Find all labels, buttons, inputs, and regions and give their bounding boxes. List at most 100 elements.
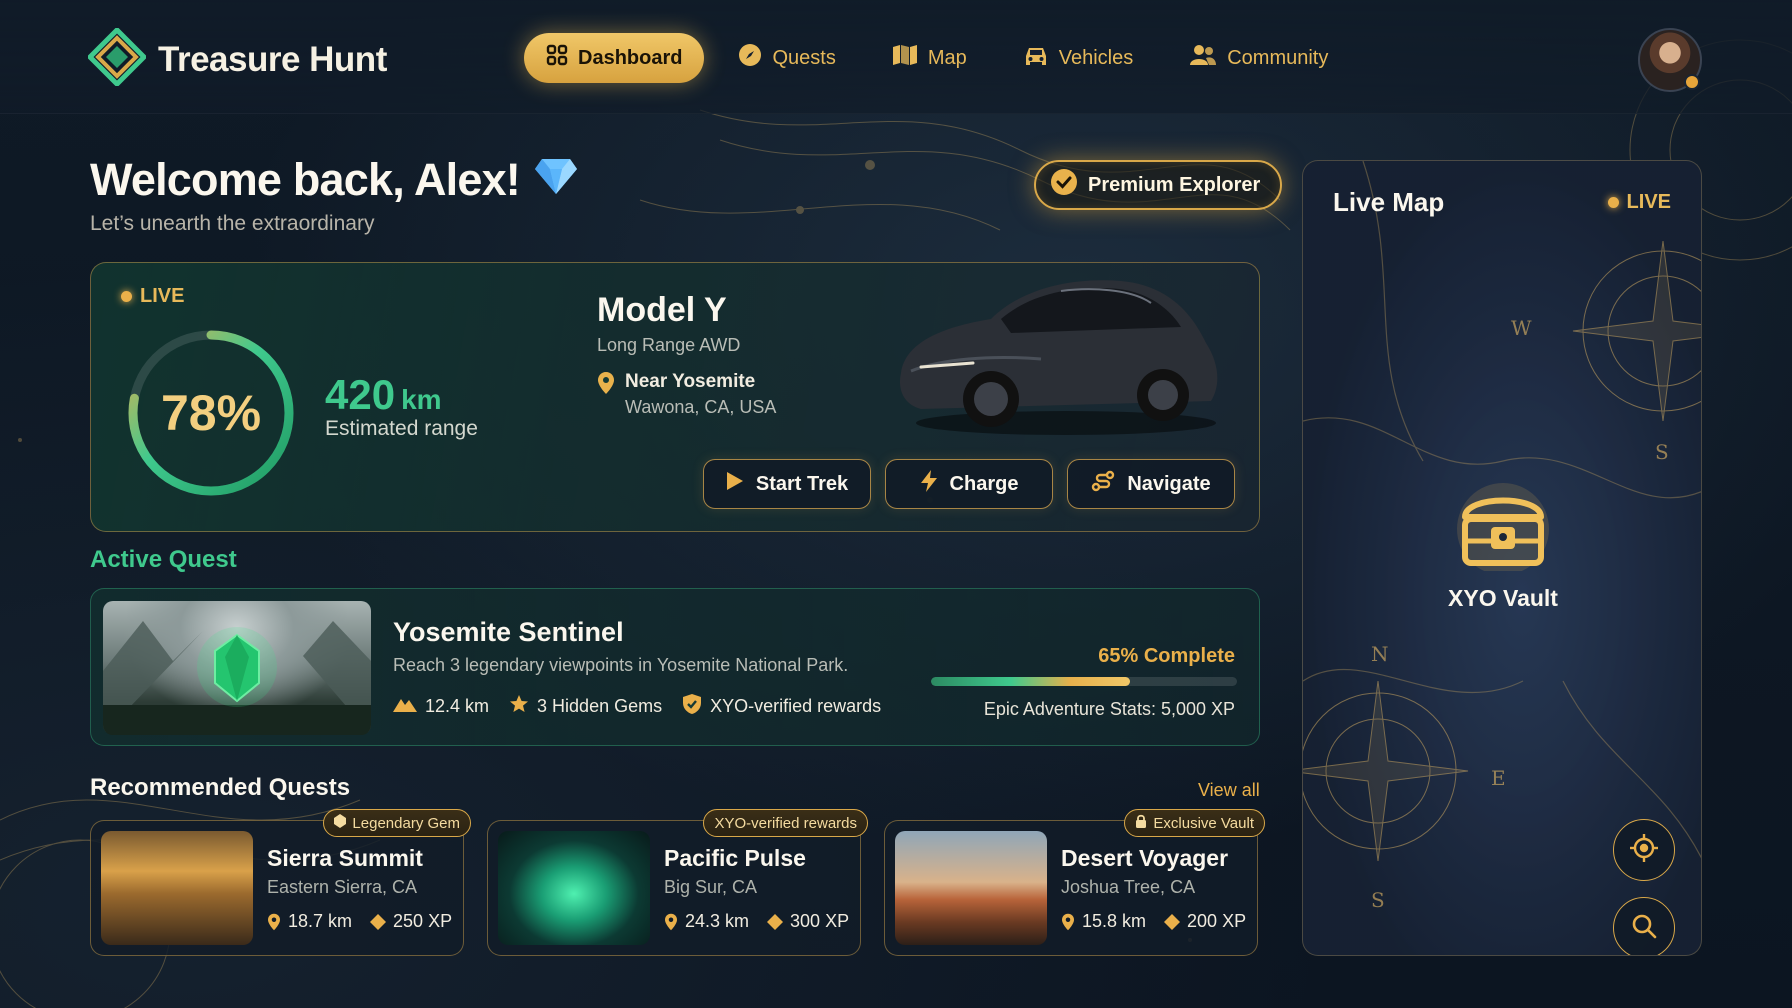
quest-image [103,601,371,735]
star-icon [509,694,529,719]
quest-xp: Epic Adventure Stats: 5,000 XP [983,699,1235,719]
lightning-icon [920,469,938,499]
compass-icon [738,43,762,73]
quest-card-desert-voyager[interactable]: Exclusive Vault Desert Voyager Joshua Tr… [884,809,1265,956]
location-pin-icon [664,913,678,931]
quest-meta: 12.4 km 3 Hidden Gems XYO-verified rewar… [393,693,881,720]
compass-letter-s-top: S [1655,440,1669,464]
welcome-section: Welcome back, Alex! Let’s unearth the ex… [90,154,578,236]
vehicle-location: Near Yosemite Wawona, CA, USA [597,371,776,418]
route-icon [1091,470,1115,498]
quest-thumbnail [895,831,1047,945]
quest-description: Reach 3 legendary viewpoints in Yosemite… [393,655,849,675]
emerald-gem-icon [103,621,371,735]
navigate-button[interactable]: Navigate [1067,459,1235,509]
quest-progress-bar [931,677,1237,686]
quest-distance: 12.4 km [393,696,489,717]
treasure-chest-icon[interactable] [1455,481,1551,571]
quest-card-location: Joshua Tree, CA [1061,877,1196,897]
quest-thumbnail [498,831,650,945]
button-label: Navigate [1127,472,1211,495]
location-pin-icon [1061,913,1075,931]
premium-explorer-badge[interactable]: Premium Explorer [1034,160,1283,210]
map-search-button[interactable] [1613,897,1675,955]
quest-card-title: Sierra Summit [267,845,423,871]
brand-title: Treasure Hunt [158,39,387,79]
vehicle-name: Model Y [597,291,727,329]
charge-button[interactable]: Charge [885,459,1053,509]
diamond-xp-icon [370,913,387,930]
diamond-xp-icon [767,913,784,930]
nav-label: Vehicles [1058,46,1134,69]
car-icon [1023,44,1049,72]
compass-letter-e: E [1491,766,1506,790]
vehicle-card: LIVE 78% 420 km Estimated range Model Y L… [90,262,1260,532]
quest-card-location: Big Sur, CA [664,877,758,897]
quest-card-meta: 18.7 km 250 XP [267,911,452,932]
nav-label: Map [927,46,967,69]
vault-label: XYO Vault [1448,585,1558,611]
quest-progress-label: 65% Complete [1098,645,1235,667]
quest-card-sierra-summit[interactable]: Legendary Gem Sierra Summit Eastern Sier… [90,809,471,956]
compass-letter-s-bottom: S [1371,888,1385,912]
welcome-title: Welcome back, Alex! [90,154,521,205]
status-dot [1684,74,1700,90]
badge-legendary-gem: Legendary Gem [323,809,471,837]
locate-button[interactable] [1613,819,1675,881]
quest-thumbnail [101,831,253,945]
diamond-logo-icon [86,26,148,91]
nav-dashboard[interactable]: Dashboard [524,33,705,83]
vehicle-image [899,280,1218,435]
start-trek-button[interactable]: Start Trek [703,459,871,509]
active-quest-heading: Active Quest [90,546,237,573]
check-circle-icon [1050,168,1078,202]
quest-gems: 3 Hidden Gems [509,694,662,719]
quest-rewards: XYO-verified rewards [682,693,881,720]
nav-community[interactable]: Community [1167,33,1350,83]
crosshair-icon [1629,833,1659,868]
badge-xyo-verified: XYO-verified rewards [703,809,868,837]
nav-vehicles[interactable]: Vehicles [1001,33,1156,83]
welcome-heading: Welcome back, Alex! [90,154,578,206]
mountain-icon [393,696,417,717]
nav-map[interactable]: Map [870,33,989,83]
quest-progress-fill [931,677,1130,686]
search-icon [1630,912,1658,945]
live-indicator: LIVE [121,285,184,308]
users-icon [1189,44,1217,72]
nav-quests[interactable]: Quests [716,33,857,83]
vehicle-variant: Long Range AWD [597,335,741,355]
nav-label: Dashboard [578,46,683,69]
map-icon [892,44,918,72]
location-primary: Near Yosemite [625,371,756,392]
view-all-link[interactable]: View all [1198,780,1260,801]
location-secondary: Wawona, CA, USA [625,397,777,417]
button-label: Charge [949,472,1019,495]
play-icon [726,471,744,497]
location-pin-icon [597,371,615,400]
quest-card-location: Eastern Sierra, CA [267,877,418,897]
live-label: LIVE [140,285,185,307]
button-label: Start Trek [755,472,849,495]
nav-label: Community [1227,46,1329,69]
range-label: Estimated range [325,417,478,440]
live-label: LIVE [1626,191,1671,213]
live-dot [1607,197,1619,208]
gem-icon [334,814,347,832]
live-map-panel[interactable]: W S N E S Live Map LIVE XYO Vault [1302,160,1702,956]
brand[interactable]: Treasure Hunt [86,26,387,91]
main-nav: Dashboard Quests Map Vehicles Community [524,33,1362,83]
map-live-indicator: LIVE [1607,191,1671,214]
quest-card-title: Desert Voyager [1061,845,1229,871]
battery-percent: 78% [160,385,262,441]
quest-card-meta: 24.3 km 300 XP [664,911,849,932]
location-pin-icon [267,913,281,931]
vehicle-actions: Start Trek Charge Navigate [703,459,1235,509]
quest-card-meta: 15.8 km 200 XP [1061,911,1246,932]
quest-title: Yosemite Sentinel [393,617,624,647]
quest-card-pacific-pulse[interactable]: XYO-verified rewards Pacific Pulse Big S… [487,809,868,956]
lock-icon [1135,814,1147,832]
live-map-title: Live Map [1333,187,1445,217]
active-quest-card[interactable]: Yosemite Sentinel Reach 3 legendary view… [90,588,1260,746]
grid-icon [546,44,568,72]
